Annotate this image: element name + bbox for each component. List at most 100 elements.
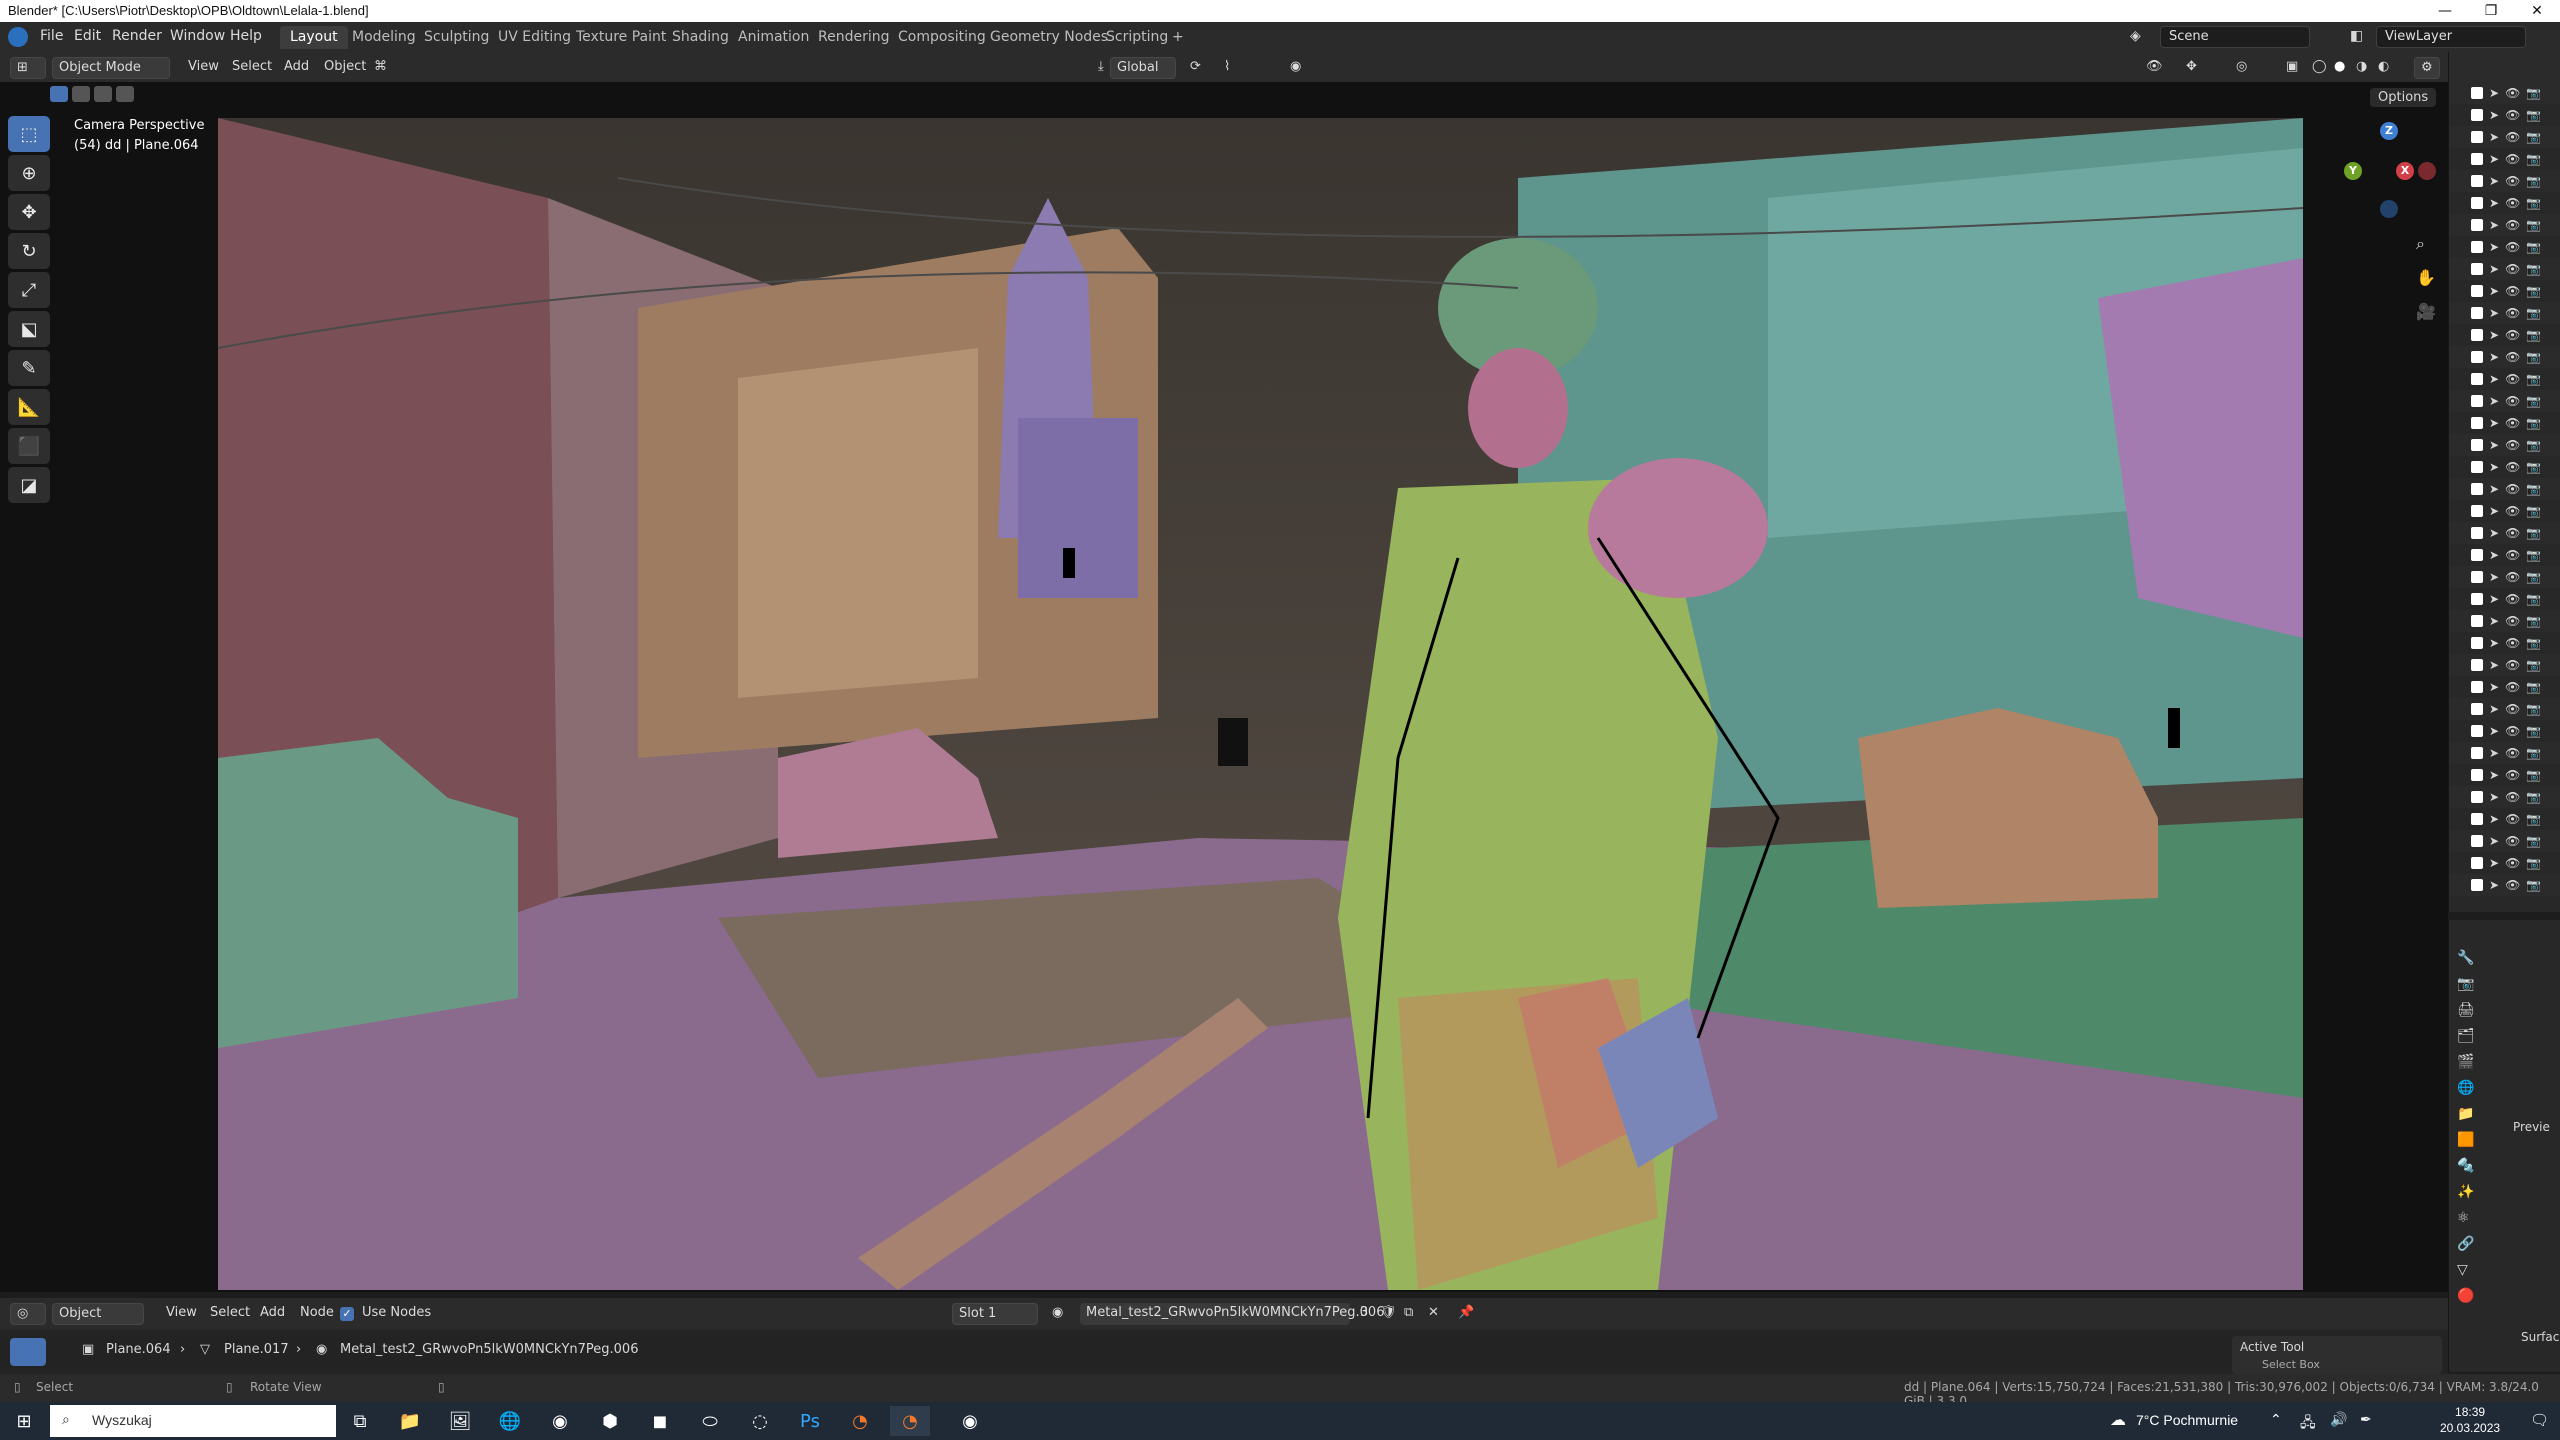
eye-icon[interactable]: 👁 bbox=[2505, 86, 2520, 100]
outliner-row[interactable]: ➤ 👁 📷 bbox=[2449, 324, 2560, 346]
eye-icon[interactable]: 👁 bbox=[2505, 548, 2520, 562]
outliner-row[interactable]: ➤ 👁 📷 bbox=[2449, 632, 2560, 654]
outliner-row[interactable]: ➤ 👁 📷 bbox=[2449, 82, 2560, 104]
camera-render-icon[interactable]: 📷 bbox=[2526, 548, 2541, 562]
exclude-checkbox[interactable] bbox=[2471, 835, 2483, 847]
outliner-row[interactable]: ➤ 👁 📷 bbox=[2449, 148, 2560, 170]
zoom-icon[interactable]: ⌕ bbox=[2416, 234, 2425, 254]
exclude-checkbox[interactable] bbox=[2471, 439, 2483, 451]
menu-select[interactable]: Select bbox=[226, 57, 278, 79]
camera-render-icon[interactable]: 📷 bbox=[2526, 262, 2541, 276]
eye-icon[interactable]: 👁 bbox=[2505, 350, 2520, 364]
chrome-2-icon[interactable]: ◉ bbox=[950, 1406, 990, 1436]
outliner-row[interactable]: ➤ 👁 📷 bbox=[2449, 566, 2560, 588]
snap-toggle-icon[interactable]: ⌘ bbox=[368, 57, 393, 79]
camera-render-icon[interactable]: 📷 bbox=[2526, 724, 2541, 738]
particles-tab-icon[interactable]: ✨ bbox=[2457, 1184, 2479, 1200]
xray-icon[interactable]: ▣ bbox=[2280, 57, 2304, 79]
taskbar-search-input[interactable]: ⌕ Wyszukaj bbox=[50, 1405, 336, 1437]
select-arrow-icon[interactable]: ➤ bbox=[2489, 724, 2499, 738]
eye-icon[interactable]: 👁 bbox=[2505, 614, 2520, 628]
outliner-row[interactable]: ➤ 👁 📷 bbox=[2449, 654, 2560, 676]
camera-render-icon[interactable]: 📷 bbox=[2526, 240, 2541, 254]
world-tab-icon[interactable]: 🌐 bbox=[2457, 1080, 2479, 1096]
collection-tab-icon[interactable]: 📁 bbox=[2457, 1106, 2479, 1122]
axis-neg-z-icon[interactable] bbox=[2380, 200, 2398, 218]
exclude-checkbox[interactable] bbox=[2471, 373, 2483, 385]
eye-icon[interactable]: 👁 bbox=[2505, 328, 2520, 342]
outliner-row[interactable]: ➤ 👁 📷 bbox=[2449, 192, 2560, 214]
select-arrow-icon[interactable]: ➤ bbox=[2489, 394, 2499, 408]
photos-icon[interactable]: 🖼 bbox=[440, 1406, 480, 1436]
exclude-checkbox[interactable] bbox=[2471, 197, 2483, 209]
steam-icon[interactable]: ◌ bbox=[740, 1406, 780, 1436]
tab-texture-paint[interactable]: Texture Paint bbox=[566, 26, 676, 49]
camera-render-icon[interactable]: 📷 bbox=[2526, 746, 2541, 760]
exclude-checkbox[interactable] bbox=[2471, 725, 2483, 737]
outliner-row[interactable]: ➤ 👁 📷 bbox=[2449, 698, 2560, 720]
exclude-checkbox[interactable] bbox=[2471, 857, 2483, 869]
exclude-checkbox[interactable] bbox=[2471, 219, 2483, 231]
measure-tool[interactable]: 📐 bbox=[8, 389, 50, 425]
transform-tool[interactable]: ⬕ bbox=[8, 311, 50, 347]
pan-hand-icon[interactable]: ✋ bbox=[2416, 268, 2436, 287]
camera-render-icon[interactable]: 📷 bbox=[2526, 768, 2541, 782]
eye-icon[interactable]: 👁 bbox=[2505, 372, 2520, 386]
eye-icon[interactable]: 👁 bbox=[2505, 460, 2520, 474]
outliner-row[interactable]: ➤ 👁 📷 bbox=[2449, 390, 2560, 412]
exclude-checkbox[interactable] bbox=[2471, 549, 2483, 561]
physics-tab-icon[interactable]: ⚛ bbox=[2457, 1210, 2479, 1226]
menu-window[interactable]: Window bbox=[170, 28, 225, 44]
outliner-row[interactable]: ➤ 👁 📷 bbox=[2449, 434, 2560, 456]
scale-tool[interactable]: ⤢ bbox=[8, 272, 50, 308]
camera-render-icon[interactable]: 📷 bbox=[2526, 174, 2541, 188]
tab-layout[interactable]: Layout bbox=[280, 26, 348, 49]
select-arrow-icon[interactable]: ➤ bbox=[2489, 680, 2499, 694]
shader-menu-node[interactable]: Node bbox=[294, 1303, 340, 1325]
eye-icon[interactable]: 👁 bbox=[2505, 416, 2520, 430]
exclude-checkbox[interactable] bbox=[2471, 527, 2483, 539]
outliner-row[interactable]: ➤ 👁 📷 bbox=[2449, 610, 2560, 632]
camera-render-icon[interactable]: 📷 bbox=[2526, 614, 2541, 628]
select-arrow-icon[interactable]: ➤ bbox=[2489, 86, 2499, 100]
render-tab-icon[interactable]: 📷 bbox=[2457, 976, 2479, 992]
photoshop-icon[interactable]: Ps bbox=[790, 1406, 830, 1436]
outliner-row[interactable]: ➤ 👁 📷 bbox=[2449, 500, 2560, 522]
select-arrow-icon[interactable]: ➤ bbox=[2489, 438, 2499, 452]
add-cube-tool[interactable]: ⬛ bbox=[8, 428, 50, 464]
options-dropdown[interactable]: Options bbox=[2370, 88, 2437, 107]
camera-render-icon[interactable]: 📷 bbox=[2526, 86, 2541, 100]
select-arrow-icon[interactable]: ➤ bbox=[2489, 218, 2499, 232]
visibility-icon[interactable]: 👁 bbox=[2140, 57, 2169, 79]
menu-view[interactable]: View bbox=[182, 57, 225, 79]
blender-taskbar-icon[interactable]: ◔ bbox=[840, 1406, 880, 1436]
use-nodes-checkbox[interactable]: ✓ bbox=[340, 1307, 354, 1321]
editor-type-icon[interactable]: ⊞ bbox=[10, 57, 46, 79]
outliner-row[interactable]: ➤ 👁 📷 bbox=[2449, 236, 2560, 258]
outliner-row[interactable]: ➤ 👁 📷 bbox=[2449, 786, 2560, 808]
tab-rendering[interactable]: Rendering bbox=[808, 26, 900, 49]
camera-render-icon[interactable]: 📷 bbox=[2526, 218, 2541, 232]
data-tab-icon[interactable]: ▽ bbox=[2457, 1262, 2479, 1278]
eye-icon[interactable]: 👁 bbox=[2505, 394, 2520, 408]
shading-solid-icon[interactable]: ● bbox=[2328, 57, 2351, 79]
select-arrow-icon[interactable]: ➤ bbox=[2489, 108, 2499, 122]
outliner-row[interactable]: ➤ 👁 📷 bbox=[2449, 302, 2560, 324]
outliner-row[interactable]: ➤ 👁 📷 bbox=[2449, 522, 2560, 544]
shading-options-icon[interactable]: ⚙ bbox=[2414, 57, 2440, 79]
axis-neg-x-icon[interactable] bbox=[2418, 162, 2436, 180]
exclude-checkbox[interactable] bbox=[2471, 769, 2483, 781]
slot-selector[interactable]: Slot 1 bbox=[952, 1303, 1038, 1325]
camera-render-icon[interactable]: 📷 bbox=[2526, 108, 2541, 122]
outliner-row[interactable]: ➤ 👁 📷 bbox=[2449, 126, 2560, 148]
camera-render-icon[interactable]: 📷 bbox=[2526, 790, 2541, 804]
maximize-button[interactable]: ❐ bbox=[2468, 0, 2514, 22]
windows-start-icon[interactable]: ⊞ bbox=[4, 1406, 44, 1436]
shading-material-icon[interactable]: ◑ bbox=[2350, 57, 2373, 79]
select-arrow-icon[interactable]: ➤ bbox=[2489, 746, 2499, 760]
file-explorer-icon[interactable]: 📁 bbox=[390, 1406, 430, 1436]
axis-y-icon[interactable]: Y bbox=[2344, 162, 2362, 180]
eye-icon[interactable]: 👁 bbox=[2505, 152, 2520, 166]
outliner-row[interactable]: ➤ 👁 📷 bbox=[2449, 104, 2560, 126]
eye-icon[interactable]: 👁 bbox=[2505, 306, 2520, 320]
